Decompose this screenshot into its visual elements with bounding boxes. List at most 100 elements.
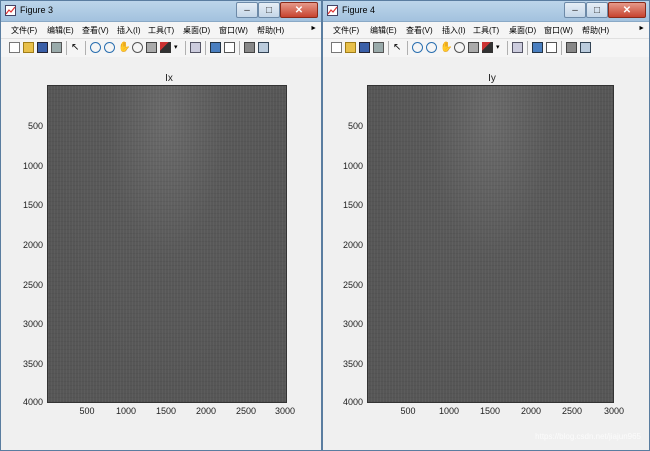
link-plot-icon[interactable] bbox=[190, 42, 201, 53]
brush-icon[interactable] bbox=[160, 42, 171, 53]
menu-bar: 文件(F) 编辑(E) 查看(V) 插入(I) 工具(T) 桌面(D) 窗口(W… bbox=[1, 22, 321, 39]
minimize-button[interactable]: ‒ bbox=[564, 2, 586, 18]
brush-dropdown-icon[interactable]: ▾ bbox=[496, 42, 507, 53]
zoom-in-icon[interactable] bbox=[90, 42, 101, 53]
maximize-icon: □ bbox=[265, 4, 273, 16]
menu-edit[interactable]: 编辑(E) bbox=[47, 25, 74, 36]
y-tick-label: 3500 bbox=[342, 359, 363, 369]
pointer-icon[interactable]: ↖ bbox=[71, 42, 82, 53]
y-tick-label: 1000 bbox=[342, 161, 363, 171]
pan-icon[interactable]: ✋ bbox=[440, 42, 452, 53]
menu-tools[interactable]: 工具(T) bbox=[473, 25, 499, 36]
new-figure-icon[interactable] bbox=[9, 42, 20, 53]
toolbar: ↖ ✋ ▾ bbox=[323, 39, 649, 58]
y-tick-label: 2500 bbox=[342, 280, 363, 290]
x-tick-label: 1000 bbox=[438, 406, 460, 416]
x-tick-label: 2000 bbox=[520, 406, 542, 416]
axes-title: Ix bbox=[165, 73, 173, 84]
colorbar-icon[interactable] bbox=[210, 42, 221, 53]
show-plot-tools-icon[interactable] bbox=[580, 42, 591, 53]
menu-insert[interactable]: 插入(I) bbox=[117, 25, 141, 36]
print-icon[interactable] bbox=[373, 42, 384, 53]
y-tick-label: 1500 bbox=[22, 200, 43, 210]
menu-tools[interactable]: 工具(T) bbox=[148, 25, 174, 36]
toolbar-separator bbox=[85, 41, 86, 55]
watermark: https://blog.csdn.net/jiajun965 bbox=[535, 432, 641, 441]
rotate-3d-icon[interactable] bbox=[132, 42, 143, 53]
image-axes[interactable] bbox=[367, 85, 614, 403]
print-icon[interactable] bbox=[51, 42, 62, 53]
y-tick-label: 500 bbox=[347, 121, 363, 131]
figure-4-window: Figure 4 ‒ □ ✕ 文件(F) 编辑(E) 查看(V) 插入(I) 工… bbox=[322, 0, 650, 451]
y-tick-label: 1000 bbox=[22, 161, 43, 171]
close-icon: ✕ bbox=[294, 4, 304, 16]
pan-icon[interactable]: ✋ bbox=[118, 42, 130, 53]
minimize-button[interactable]: ‒ bbox=[236, 2, 258, 18]
legend-icon[interactable] bbox=[224, 42, 235, 53]
zoom-in-icon[interactable] bbox=[412, 42, 423, 53]
toolbar-separator bbox=[527, 41, 528, 55]
zoom-out-icon[interactable] bbox=[104, 42, 115, 53]
data-cursor-icon[interactable] bbox=[146, 42, 157, 53]
close-button[interactable]: ✕ bbox=[280, 2, 318, 18]
menu-view[interactable]: 查看(V) bbox=[82, 25, 109, 36]
brush-dropdown-icon[interactable]: ▾ bbox=[174, 42, 185, 53]
menu-file[interactable]: 文件(F) bbox=[11, 25, 37, 36]
menu-overflow-icon[interactable]: ► bbox=[638, 25, 645, 32]
menu-help[interactable]: 帮助(H) bbox=[582, 25, 609, 36]
save-icon[interactable] bbox=[359, 42, 370, 53]
menu-desktop[interactable]: 桌面(D) bbox=[183, 25, 210, 36]
save-icon[interactable] bbox=[37, 42, 48, 53]
rotate-3d-icon[interactable] bbox=[454, 42, 465, 53]
x-tick-label: 1500 bbox=[479, 406, 501, 416]
menu-overflow-icon[interactable]: ► bbox=[310, 25, 317, 32]
toolbar-separator bbox=[239, 41, 240, 55]
y-tick-label: 3000 bbox=[22, 319, 43, 329]
colorbar-icon[interactable] bbox=[532, 42, 543, 53]
open-file-icon[interactable] bbox=[345, 42, 356, 53]
maximize-button[interactable]: □ bbox=[258, 2, 280, 18]
menu-window[interactable]: 窗口(W) bbox=[219, 25, 248, 36]
open-file-icon[interactable] bbox=[23, 42, 34, 53]
x-tick-label: 500 bbox=[400, 406, 416, 416]
hide-plot-tools-icon[interactable] bbox=[244, 42, 255, 53]
window-title: Figure 4 bbox=[342, 5, 376, 15]
y-tick-label: 3500 bbox=[22, 359, 43, 369]
matlab-figure-icon bbox=[327, 5, 338, 16]
menu-insert[interactable]: 插入(I) bbox=[442, 25, 466, 36]
maximize-button[interactable]: □ bbox=[586, 2, 608, 18]
hide-plot-tools-icon[interactable] bbox=[566, 42, 577, 53]
menu-help[interactable]: 帮助(H) bbox=[257, 25, 284, 36]
pointer-icon[interactable]: ↖ bbox=[393, 42, 404, 53]
brush-icon[interactable] bbox=[482, 42, 493, 53]
link-plot-icon[interactable] bbox=[512, 42, 523, 53]
close-button[interactable]: ✕ bbox=[608, 2, 646, 18]
figure-3-window: Figure 3 ‒ □ ✕ 文件(F) 编辑(E) 查看(V) 插入(I) 工… bbox=[0, 0, 322, 451]
legend-icon[interactable] bbox=[546, 42, 557, 53]
data-cursor-icon[interactable] bbox=[468, 42, 479, 53]
menu-view[interactable]: 查看(V) bbox=[406, 25, 433, 36]
menu-desktop[interactable]: 桌面(D) bbox=[509, 25, 536, 36]
axes-title: Iy bbox=[488, 73, 496, 84]
toolbar-separator bbox=[205, 41, 206, 55]
x-tick-label: 2500 bbox=[561, 406, 583, 416]
toolbar-separator bbox=[507, 41, 508, 55]
title-bar[interactable]: Figure 4 ‒ □ ✕ bbox=[323, 1, 649, 22]
title-bar[interactable]: Figure 3 ‒ □ ✕ bbox=[1, 1, 321, 22]
menu-edit[interactable]: 编辑(E) bbox=[370, 25, 397, 36]
show-plot-tools-icon[interactable] bbox=[258, 42, 269, 53]
matlab-figure-icon bbox=[5, 5, 16, 16]
image-axes[interactable] bbox=[47, 85, 287, 403]
close-icon: ✕ bbox=[622, 4, 632, 16]
menu-file[interactable]: 文件(F) bbox=[333, 25, 359, 36]
menu-window[interactable]: 窗口(W) bbox=[544, 25, 573, 36]
x-tick-label: 3000 bbox=[274, 406, 296, 416]
zoom-out-icon[interactable] bbox=[426, 42, 437, 53]
menu-bar: 文件(F) 编辑(E) 查看(V) 插入(I) 工具(T) 桌面(D) 窗口(W… bbox=[323, 22, 649, 39]
figure-canvas: Iy 500 1000 1500 2000 2500 3000 3500 400… bbox=[323, 57, 649, 450]
toolbar-separator bbox=[66, 41, 67, 55]
new-figure-icon[interactable] bbox=[331, 42, 342, 53]
y-tick-label: 2000 bbox=[342, 240, 363, 250]
x-tick-label: 2500 bbox=[235, 406, 257, 416]
y-tick-label: 500 bbox=[27, 121, 43, 131]
